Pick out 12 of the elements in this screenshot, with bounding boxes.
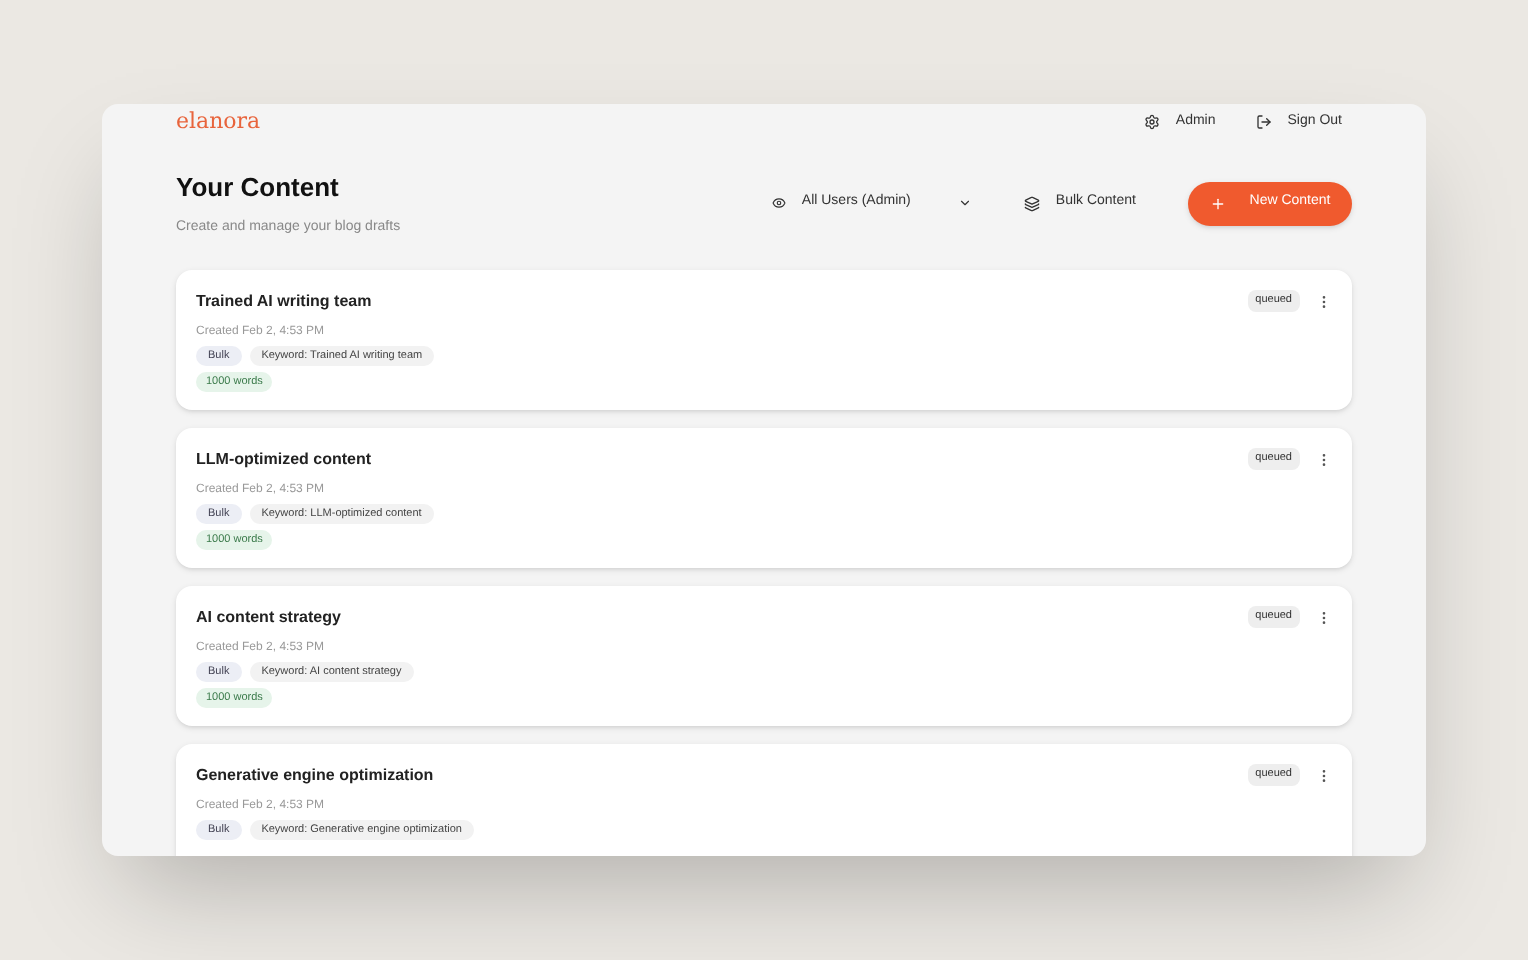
plus-icon: [1209, 195, 1226, 211]
content-title: AI content strategy: [196, 605, 341, 629]
content-title: Generative engine optimization: [196, 763, 434, 787]
sign-out-icon: [1255, 114, 1272, 131]
chevron-down-icon: [957, 196, 972, 210]
content-title: LLM-optimized content: [196, 447, 372, 471]
eye-icon: [771, 196, 786, 210]
layers-icon: [1023, 195, 1040, 211]
settings-icon: [1143, 114, 1160, 131]
content-title: Trained AI writing team: [196, 289, 372, 313]
page-title: Your Content: [176, 169, 341, 205]
brand-logo: elanora: [176, 106, 261, 138]
